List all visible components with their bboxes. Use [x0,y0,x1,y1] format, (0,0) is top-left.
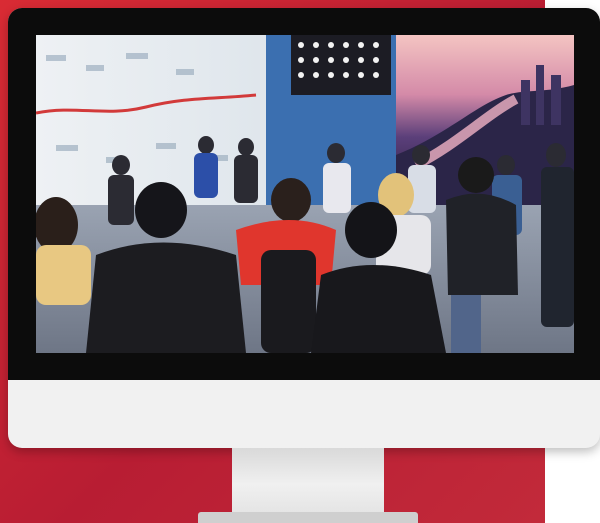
monitor-bezel [8,8,600,380]
monitor-stand-neck [232,448,384,514]
desktop-monitor [8,8,600,448]
map-wall [36,35,266,205]
exhibition-crowd-photo [36,35,574,353]
monitor-screen [36,35,574,353]
monitor-stand-base [198,512,418,523]
